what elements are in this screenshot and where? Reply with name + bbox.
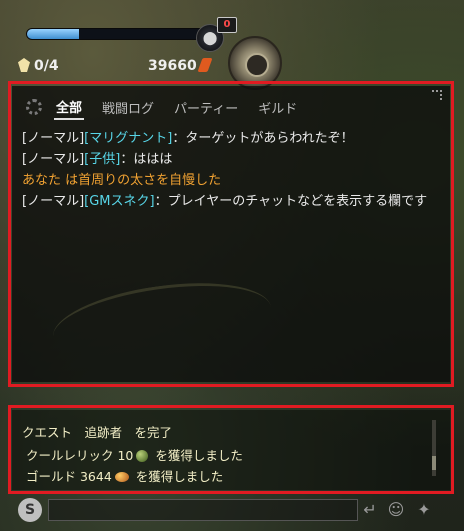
notification-badge: 0 [217,17,237,33]
message-sender[interactable]: [GMスネク] [84,194,154,209]
chat-messages: [ノーマル][マリグナント]：ターゲットがあらわれたぞ！ [ノーマル][子供]：… [22,128,442,212]
system-line-relic: クールレリック 10 を獲得しました [26,445,243,464]
tab-guild[interactable]: ギルド [256,96,299,119]
quest-counter[interactable]: 0/4 [18,58,59,74]
scrollbar-thumb[interactable] [432,456,436,470]
compass-center [245,53,269,77]
gold-coin-icon [114,472,129,482]
emote-message: あなた は首周りの太さを自慢した [22,173,222,188]
message-text: ：プレイヤーのチャットなどを表示する欄です [154,194,428,209]
gold-suffix: を獲得しました [131,469,224,484]
run-icon[interactable]: ✦ [414,500,434,520]
quest-icon [18,58,30,72]
message-sender[interactable]: [マリグナント] [84,131,172,146]
chat-input[interactable] [48,499,358,521]
system-log-scrollbar[interactable] [432,420,436,476]
background-swoosh [47,271,277,374]
message-channel: [ノーマル] [22,131,85,146]
top-hud: ⬤ 0 0/4 39660 [18,16,450,90]
chat-tabs: 全部 戦闘ログ パーティー ギルド [26,95,315,120]
chat-window: 全部 戦闘ログ パーティー ギルド [ノーマル][マリグナント]：ターゲットがあ… [12,86,450,382]
chat-message: [ノーマル][子供]：ははは [22,149,442,170]
say-channel-icon[interactable]: S [18,498,42,522]
enter-icon[interactable]: ↵ [360,500,380,520]
resize-handle-icon[interactable] [432,90,442,100]
chat-input-row: S ↵ ☺ ✦ [12,494,450,526]
message-channel: [ノーマル] [22,194,85,209]
gear-icon[interactable] [26,99,42,115]
chat-message: [ノーマル][マリグナント]：ターゲットがあらわれたぞ！ [22,128,442,149]
message-text: ：ターゲットがあらわれたぞ！ [172,131,354,146]
message-channel: [ノーマル] [22,152,85,167]
gold-ore-icon [197,58,213,72]
experience-bar-fill [27,29,79,39]
tab-combat-log[interactable]: 戦闘ログ [100,96,156,119]
quest-count-label: 0/4 [34,58,59,74]
system-line-gold: ゴールド 3644 を獲得しました [26,466,223,485]
chat-message: [ノーマル][GMスネク]：プレイヤーのチャットなどを表示する欄です [22,191,442,212]
gold-amount: 39660 [148,58,197,74]
compass-icon[interactable] [228,36,282,90]
system-log: クエスト 追跡者 を完了 クールレリック 10 を獲得しました ゴールド 364… [12,410,450,490]
message-sender[interactable]: [子供] [84,152,120,167]
system-line-quest: クエスト 追跡者 を完了 [22,425,173,440]
gold-counter: 39660 [148,58,213,74]
tab-party[interactable]: パーティー [172,96,240,119]
message-text: ：ははは [120,152,173,167]
gold-text: ゴールド 3644 [26,469,112,484]
emote-icon[interactable]: ☺ [386,500,406,520]
relic-text: クールレリック 10 [26,448,134,463]
relic-suffix: を獲得しました [151,448,243,463]
tab-all[interactable]: 全部 [54,95,85,120]
experience-bar [26,28,212,40]
relic-icon [136,450,149,462]
